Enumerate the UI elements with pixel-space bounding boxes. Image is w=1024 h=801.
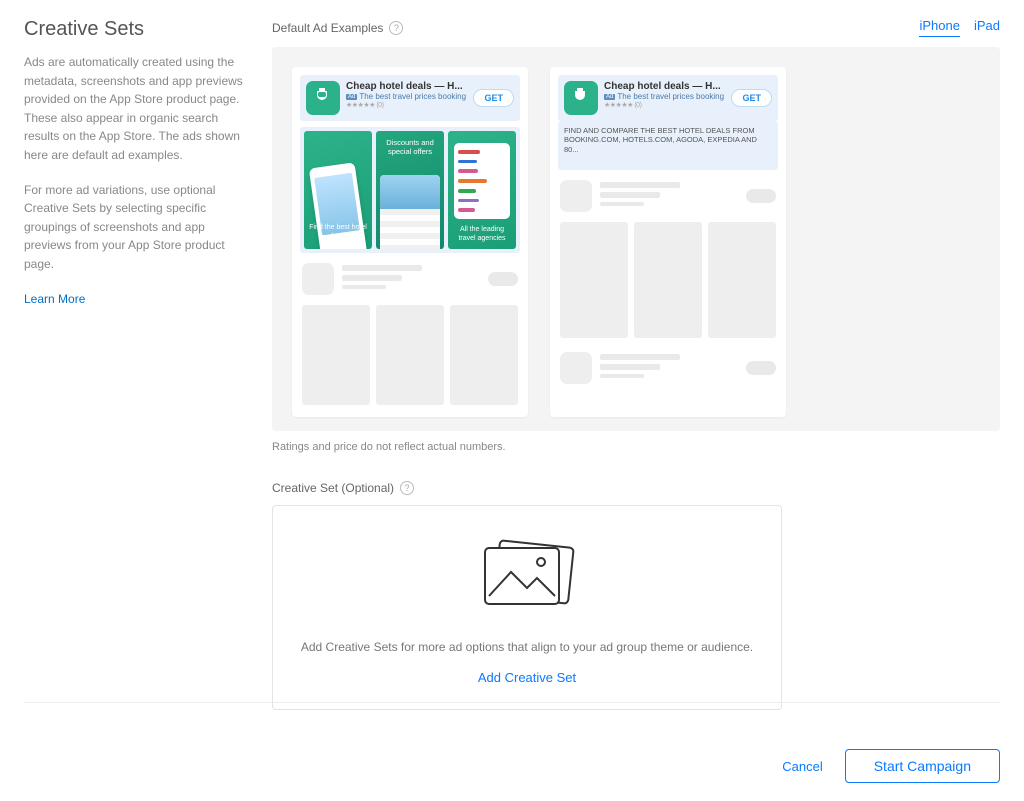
- ad-card-text: Cheap hotel deals — H... AdThe best trav…: [550, 67, 786, 417]
- placeholder-pill: [746, 361, 776, 375]
- app-icon: [306, 81, 340, 115]
- page-title: Creative Sets: [24, 18, 254, 41]
- get-button[interactable]: GET: [473, 89, 514, 107]
- creative-set-label: Creative Set (Optional): [272, 481, 394, 495]
- app-title: Cheap hotel deals — H...: [346, 81, 467, 92]
- placeholder-pill: [746, 189, 776, 203]
- rating-count: (0): [376, 102, 383, 109]
- creative-set-box: Add Creative Sets for more ad options th…: [272, 505, 782, 710]
- intro-paragraph-2: For more ad variations, use optional Cre…: [24, 181, 254, 274]
- tab-ipad[interactable]: iPad: [974, 18, 1000, 37]
- rating-stars: ★★★★★: [346, 102, 375, 109]
- ad-description: FIND AND COMPARE THE BEST HOTEL DEALS FR…: [558, 121, 778, 170]
- placeholder-shot: [450, 305, 518, 405]
- rating-stars: ★★★★★: [604, 102, 633, 109]
- pictures-icon: [293, 534, 761, 620]
- help-icon[interactable]: ?: [400, 481, 414, 495]
- creative-set-description: Add Creative Sets for more ad options th…: [293, 638, 761, 656]
- ad-card-screenshots: Cheap hotel deals — H... AdThe best trav…: [292, 67, 528, 417]
- placeholder-shot: [376, 305, 444, 405]
- ad-examples-box: Cheap hotel deals — H... AdThe best trav…: [272, 47, 1000, 431]
- learn-more-link[interactable]: Learn More: [24, 292, 85, 306]
- cancel-button[interactable]: Cancel: [782, 759, 822, 774]
- help-icon[interactable]: ?: [389, 21, 403, 35]
- placeholder-icon: [302, 263, 334, 295]
- intro-paragraph-1: Ads are automatically created using the …: [24, 53, 254, 165]
- placeholder-shot: [560, 222, 628, 338]
- ad-badge: Ad: [604, 94, 615, 100]
- placeholder-shot: [708, 222, 776, 338]
- screenshot-3: All the leading travel agencies: [448, 131, 516, 249]
- ratings-disclaimer: Ratings and price do not reflect actual …: [272, 441, 1000, 453]
- add-creative-set-link[interactable]: Add Creative Set: [293, 670, 761, 685]
- app-title: Cheap hotel deals — H...: [604, 81, 725, 92]
- placeholder-icon: [560, 352, 592, 384]
- ad-badge: Ad: [346, 94, 357, 100]
- app-icon: [564, 81, 598, 115]
- placeholder-pill: [488, 272, 518, 286]
- default-ad-examples-label: Default Ad Examples: [272, 21, 383, 35]
- placeholder-icon: [560, 180, 592, 212]
- screenshot-1: Find the best hotel deals: [304, 131, 372, 249]
- rating-count: (0): [634, 102, 641, 109]
- app-subtitle: The best travel prices booking: [617, 92, 724, 101]
- placeholder-shot: [302, 305, 370, 405]
- tab-iphone[interactable]: iPhone: [919, 18, 959, 37]
- app-subtitle: The best travel prices booking: [359, 92, 466, 101]
- screenshot-2: Discounts and special offers: [376, 131, 444, 249]
- start-campaign-button[interactable]: Start Campaign: [845, 749, 1000, 783]
- get-button[interactable]: GET: [731, 89, 772, 107]
- placeholder-shot: [634, 222, 702, 338]
